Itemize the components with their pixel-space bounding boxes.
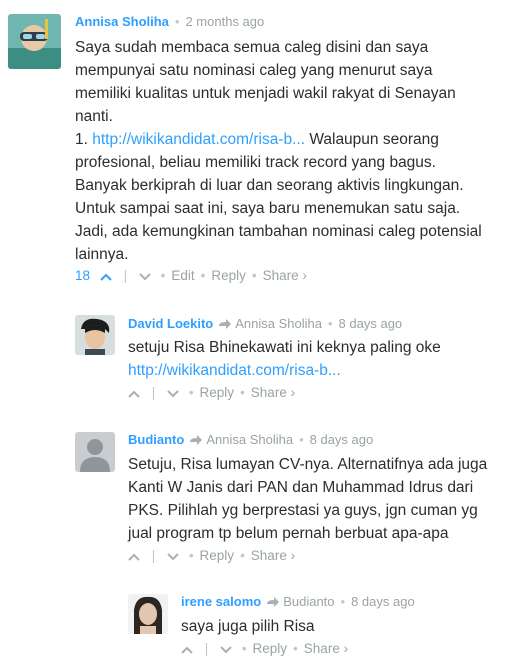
downvote-icon[interactable] <box>167 386 179 401</box>
default-avatar-icon <box>75 432 115 472</box>
timestamp[interactable]: 2 months ago <box>185 14 264 29</box>
author-name[interactable]: Budianto <box>128 432 184 447</box>
comment-body: Saya sudah membaca semua caleg disini da… <box>75 36 515 266</box>
reply-button[interactable]: Reply <box>200 548 235 563</box>
separator-dot: • <box>174 14 180 29</box>
comment-meta: irene salomo Budianto • 8 days ago <box>181 594 415 611</box>
comment-line: Kanti W Janis dari PAN dan Muhammad Idru… <box>128 479 474 496</box>
comment-text: Walaupun seorang <box>305 131 439 148</box>
comment-irene: irene salomo Budianto • 8 days ago saya jug… <box>0 580 521 656</box>
comment-line: Jadi, ada kemungkinan tambahan nominasi … <box>75 223 482 240</box>
comment-footer: 18 | • Edit • Reply • Share › <box>75 268 307 284</box>
author-name[interactable]: irene salomo <box>181 594 261 609</box>
separator-dot: • <box>241 641 247 656</box>
separator-dot: • <box>200 268 206 283</box>
comment-line: Banyak berkiprah di luar dan seorang akt… <box>75 177 464 194</box>
separator-dot: • <box>299 432 304 447</box>
avatar[interactable] <box>75 432 115 472</box>
comment-line: nanti. <box>75 108 113 125</box>
downvote-icon[interactable] <box>220 642 232 657</box>
avatar-image <box>8 14 61 69</box>
downvote-icon[interactable] <box>139 269 151 284</box>
separator-pipe: | <box>204 641 209 656</box>
separator-dot: • <box>188 385 194 400</box>
separator-pipe: | <box>123 268 128 283</box>
comment-line: jual program tp belum pernah berbuat apa… <box>128 525 449 542</box>
reply-to-name[interactable]: Annisa Sholiha <box>235 316 322 331</box>
timestamp[interactable]: 8 days ago <box>339 316 403 331</box>
comment-body: setuju Risa Bhinekawati ini keknya palin… <box>128 336 518 382</box>
edit-button[interactable]: Edit <box>171 268 194 283</box>
reply-to-arrow-icon <box>266 596 280 611</box>
comment-footer: | • Reply • Share › <box>128 385 295 401</box>
comment-line: 1. http://wikikandidat.com/risa-b... Wal… <box>75 128 515 151</box>
share-button[interactable]: Share › <box>304 641 348 656</box>
separator-pipe: | <box>151 548 156 563</box>
comment-line: PKS. Pilihlah yg berprestasi ya guys, jg… <box>128 502 478 519</box>
comment-line: Untuk sampai saat ini, saya baru menemuk… <box>75 200 461 217</box>
author-name[interactable]: David Loekito <box>128 316 213 331</box>
avatar[interactable] <box>75 315 115 355</box>
upvote-icon[interactable] <box>100 269 112 284</box>
comment-david: David Loekito Annisa Sholiha • 8 days ago s… <box>0 300 521 410</box>
upvote-icon[interactable] <box>181 642 193 657</box>
timestamp[interactable]: 8 days ago <box>310 432 374 447</box>
comment-body: Setuju, Risa lumayan CV-nya. Alternatifn… <box>128 453 518 545</box>
timestamp[interactable]: 8 days ago <box>351 594 415 609</box>
comment-annisa: Annisa Sholiha • 2 months ago Saya sudah m… <box>0 0 521 300</box>
comment-meta: Budianto Annisa Sholiha • 8 days ago <box>128 432 373 449</box>
reply-to-arrow-icon <box>218 318 232 333</box>
upvote-count: 18 <box>75 268 91 283</box>
separator-pipe: | <box>151 385 156 400</box>
reply-button[interactable]: Reply <box>253 641 288 656</box>
reply-to-name[interactable]: Annisa Sholiha <box>206 432 293 447</box>
comment-meta: David Loekito Annisa Sholiha • 8 days ago <box>128 316 402 333</box>
comment-budianto: Budianto Annisa Sholiha • 8 days ago Setuju… <box>0 410 521 580</box>
comment-body: saya juga pilih Risa <box>181 615 511 638</box>
comment-line: saya juga pilih Risa <box>181 618 315 635</box>
candidate-link[interactable]: http://wikikandidat.com/risa-b... <box>128 362 341 379</box>
comment-line: profesional, beliau memiliki track recor… <box>75 154 436 171</box>
comment-footer: | • Reply • Share › <box>128 548 295 564</box>
reply-button[interactable]: Reply <box>211 268 246 283</box>
avatar-image <box>128 594 168 634</box>
upvote-icon[interactable] <box>128 386 140 401</box>
comment-line: Setuju, Risa lumayan CV-nya. Alternatifn… <box>128 456 488 473</box>
comment-line: Saya sudah membaca semua caleg disini da… <box>75 39 429 56</box>
avatar[interactable] <box>8 14 61 69</box>
separator-dot: • <box>240 385 245 400</box>
comment-line: http://wikikandidat.com/risa-b... <box>128 359 518 382</box>
separator-dot: • <box>160 268 166 283</box>
candidate-link[interactable]: http://wikikandidat.com/risa-b... <box>92 131 305 148</box>
avatar[interactable] <box>128 594 168 634</box>
author-name[interactable]: Annisa Sholiha <box>75 14 169 29</box>
separator-dot: • <box>340 594 346 609</box>
reply-to-arrow-icon <box>189 434 203 449</box>
reply-button[interactable]: Reply <box>200 385 235 400</box>
upvote-icon[interactable] <box>128 549 140 564</box>
share-button[interactable]: Share › <box>263 268 307 283</box>
comment-line: mempunyai satu nominasi caleg yang menur… <box>75 62 433 79</box>
comment-line: setuju Risa Bhinekawati ini keknya palin… <box>128 339 441 356</box>
separator-dot: • <box>188 548 194 563</box>
separator-dot: • <box>240 548 245 563</box>
separator-dot: • <box>251 268 257 283</box>
list-prefix: 1. <box>75 131 93 148</box>
comment-meta: Annisa Sholiha • 2 months ago <box>75 14 264 29</box>
avatar-image <box>75 315 115 355</box>
share-button[interactable]: Share › <box>251 385 295 400</box>
comment-footer: | • Reply • Share › <box>181 641 348 657</box>
downvote-icon[interactable] <box>167 549 179 564</box>
share-button[interactable]: Share › <box>251 548 295 563</box>
comment-line: lainnya. <box>75 246 129 263</box>
separator-dot: • <box>293 641 298 656</box>
reply-to-name[interactable]: Budianto <box>283 594 334 609</box>
separator-dot: • <box>327 316 333 331</box>
comment-line: memiliki kualitas untuk menjadi wakil ra… <box>75 85 456 102</box>
